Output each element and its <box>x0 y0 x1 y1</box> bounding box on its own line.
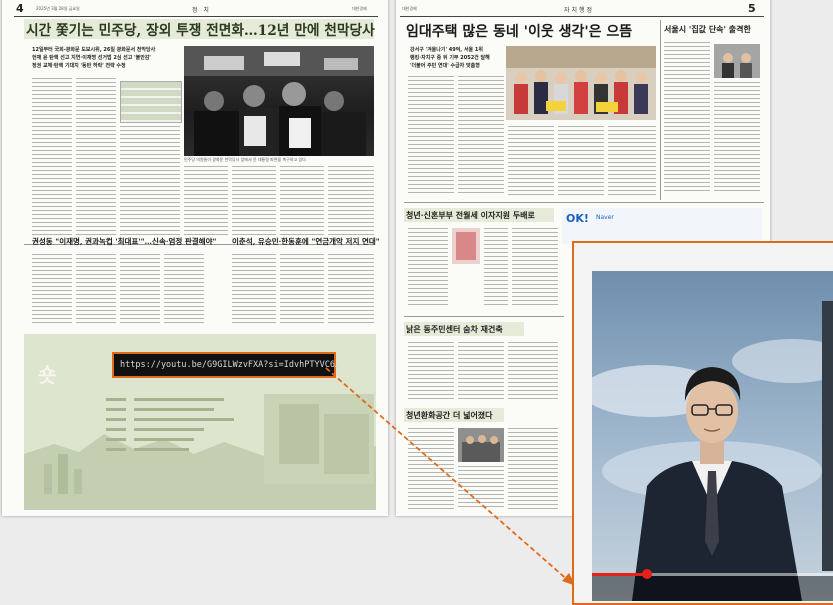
video-frame[interactable] <box>592 271 833 601</box>
video-progress-fill <box>592 573 648 576</box>
video-popup[interactable] <box>572 241 833 605</box>
video-progress-track[interactable] <box>592 569 833 579</box>
